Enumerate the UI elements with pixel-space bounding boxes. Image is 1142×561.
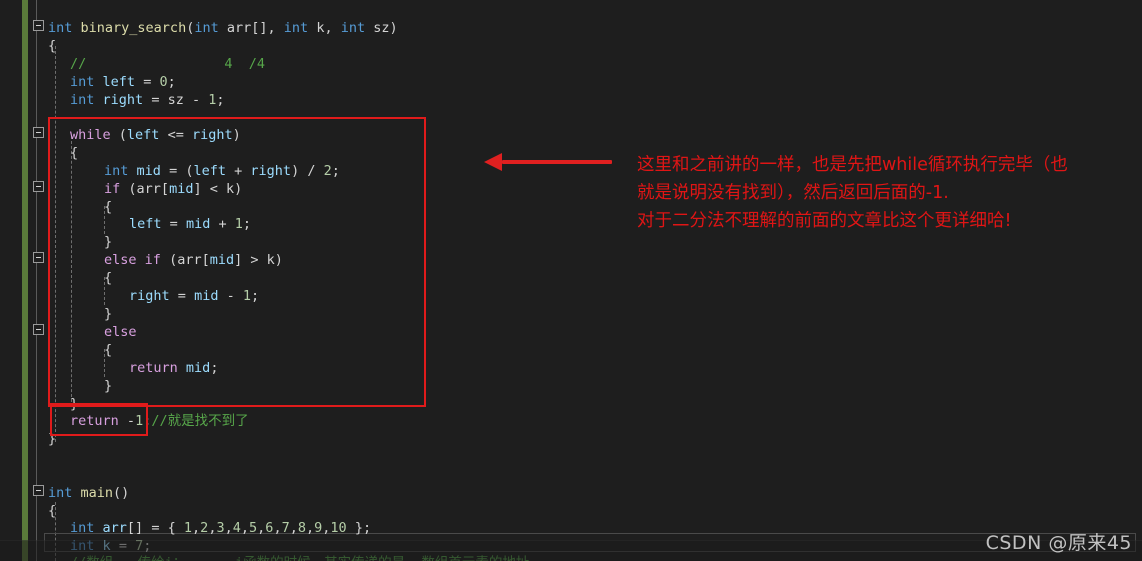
while-loop-highlight-box: [48, 117, 426, 407]
annotation-text-line-1: 这里和之前讲的一样，也是先把while循环执行完毕（也: [637, 155, 1068, 175]
bottom-overlay-bar: [0, 540, 1142, 561]
code-editor-screenshot: int binary_search(int arr[], int k, int …: [0, 0, 1142, 561]
code-line-brace-open-fn: {: [48, 38, 57, 54]
code-line-int-left: int left = 0;: [70, 74, 176, 90]
annotation-arrow-shaft: [502, 160, 612, 164]
annotation-arrow-head: [484, 153, 502, 171]
code-line-main-signature: int main(): [48, 485, 130, 501]
code-line-int-right: int right = sz - 1;: [70, 92, 225, 108]
code-line-signature: int binary_search(int arr[], int k, int …: [48, 20, 398, 36]
csdn-watermark: CSDN @原来45: [985, 532, 1132, 554]
code-line-comment-4-4: // 4 /4: [70, 56, 266, 72]
return-minus-one-highlight-box: [50, 403, 148, 436]
annotation-text-line-2: 就是说明没有找到），然后返回后面的-1.: [637, 183, 949, 203]
code-line-arr-init: int arr[] = { 1,2,3,4,5,6,7,8,9,10 };: [70, 520, 372, 536]
annotation-text-line-3: 对于二分法不理解的前面的文章比这个更详细哈!: [637, 211, 1012, 231]
code-line-brace-open-main: {: [48, 503, 57, 519]
